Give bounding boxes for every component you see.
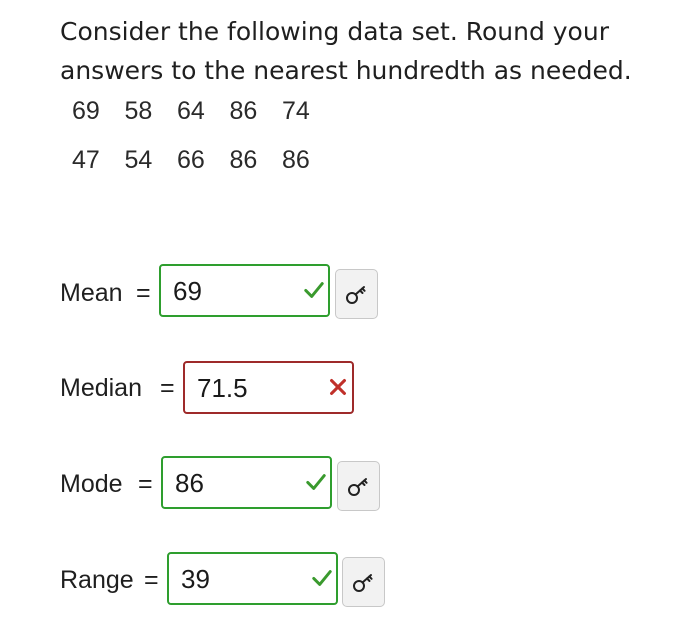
key-icon: [353, 574, 373, 592]
range-label: Range: [60, 566, 134, 594]
mode-answer-field[interactable]: 86: [161, 456, 332, 509]
checkmark-icon: [312, 570, 332, 586]
data-value: 86: [229, 146, 258, 174]
median-answer-value: 71.5: [197, 373, 248, 403]
range-equals-sign: =: [144, 566, 159, 594]
data-row-1: 69 58 64 86 74: [72, 97, 335, 126]
checkmark-icon: [306, 474, 326, 490]
data-value: 69: [72, 97, 100, 125]
key-icon: [346, 286, 366, 304]
median-label: Median: [60, 374, 142, 402]
checkmark-icon: [304, 282, 324, 298]
mean-answer-field[interactable]: 69: [159, 264, 330, 317]
mode-answer-value: 86: [175, 468, 204, 498]
mean-label: Mean: [60, 279, 123, 307]
data-value: 58: [124, 97, 153, 125]
data-value: 86: [282, 146, 310, 174]
mean-answer-value: 69: [173, 276, 202, 306]
median-equals-sign: =: [160, 374, 175, 402]
question-line-2: answers to the nearest hundredth as need…: [60, 56, 632, 85]
x-mark-icon: [330, 379, 346, 395]
data-row-2: 47 54 66 86 86: [72, 146, 335, 175]
mean-answer-key-button[interactable]: [335, 269, 378, 319]
mode-answer-key-button[interactable]: [337, 461, 380, 511]
mode-label: Mode: [60, 470, 123, 498]
mode-equals-sign: =: [138, 470, 153, 498]
data-value: 74: [282, 97, 310, 125]
range-answer-key-button[interactable]: [342, 557, 385, 607]
question-text: Consider the following data set. Round y…: [60, 12, 660, 90]
range-answer-field[interactable]: 39: [167, 552, 338, 605]
mean-equals-sign: =: [136, 279, 151, 307]
key-icon: [348, 478, 368, 496]
question-line-1: Consider the following data set. Round y…: [60, 17, 609, 46]
data-value: 47: [72, 146, 100, 174]
data-value: 66: [177, 146, 205, 174]
data-value: 64: [177, 97, 205, 125]
data-value: 54: [124, 146, 153, 174]
data-value: 86: [229, 97, 258, 125]
range-answer-value: 39: [181, 564, 210, 594]
median-answer-field[interactable]: 71.5: [183, 361, 354, 414]
